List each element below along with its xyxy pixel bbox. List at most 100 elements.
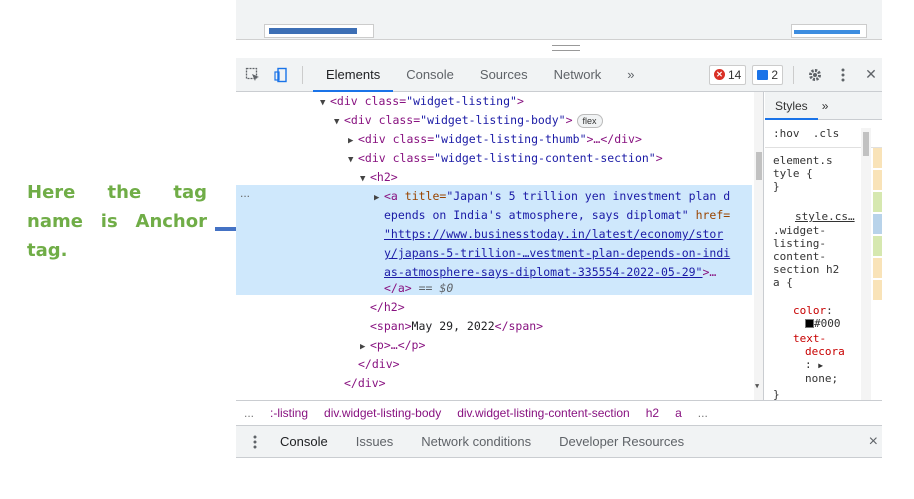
css-property: decora: [805, 345, 845, 358]
more-style-tabs-button[interactable]: »: [818, 99, 833, 113]
element-style-rule[interactable]: element.s tyle { }: [765, 154, 833, 193]
breadcrumb-overflow-left[interactable]: ...: [236, 406, 262, 420]
elements-scrollbar[interactable]: ▼: [754, 92, 763, 400]
css-declaration-color[interactable]: color: #000: [785, 304, 841, 330]
css-selector: content-: [773, 250, 826, 263]
dom-node[interactable]: ▼ <div class="widget-listing">: [320, 92, 524, 111]
dom-node[interactable]: ▼ <h2>: [360, 168, 398, 187]
drawer-menu-icon[interactable]: [244, 431, 266, 453]
expand-triangle-icon[interactable]: ▼: [320, 94, 330, 113]
tag-text: <div class=: [358, 132, 435, 146]
devtools-window: Elements Console Sources Network » ✕ 14 …: [236, 0, 882, 460]
dom-node[interactable]: ▶ <div class="widget-listing-thumb">…</di…: [348, 130, 642, 149]
scrollbar-thumb[interactable]: [756, 152, 762, 180]
attr-value: "Japan's 5 trillion yen investment plan …: [446, 189, 731, 203]
breadcrumb-item-current[interactable]: a: [667, 406, 690, 420]
href-link[interactable]: y/japans-5-trillion-…vestment-plan-depen…: [384, 246, 730, 260]
style-source-link[interactable]: style.cs…: [787, 210, 855, 223]
errors-count: 14: [727, 67, 742, 82]
inspect-element-icon[interactable]: [242, 64, 264, 86]
devtools-toolbar: Elements Console Sources Network » ✕ 14 …: [236, 58, 882, 92]
close-devtools-icon[interactable]: ✕: [860, 64, 882, 86]
breadcrumb: ... :-listing div.widget-listing-body di…: [236, 400, 882, 426]
elements-panel: ... ▼ <div class="widget-listing"> ▼ <div …: [236, 92, 764, 400]
hov-toggle[interactable]: :hov: [773, 127, 800, 140]
styles-scrollbar[interactable]: [861, 128, 871, 400]
scroll-down-arrow-icon[interactable]: ▼: [755, 382, 759, 390]
breadcrumb-item[interactable]: div.widget-listing-content-section: [449, 406, 638, 420]
dom-node-close[interactable]: </div>: [358, 355, 400, 374]
scrollbar-thumb[interactable]: [863, 132, 869, 156]
page-preview-thumb: [264, 24, 374, 38]
href-link[interactable]: as-atmosphere-says-diplomat-335554-2022-…: [384, 265, 703, 279]
expand-triangle-icon[interactable]: ▶: [818, 361, 823, 370]
css-property: color: [793, 304, 827, 317]
dom-node-continuation: "https://www.businesstoday.in/latest/eco…: [384, 225, 723, 244]
device-toolbar-icon[interactable]: [270, 64, 292, 86]
tag-text: >…: [702, 265, 717, 279]
page-preview-thumb: [791, 24, 867, 38]
annotation-text: Here the tag name is Anchor tag.: [27, 178, 207, 265]
annotation-line-2: name is Anchor: [27, 207, 207, 236]
drawer-tab-developer-resources[interactable]: Developer Resources: [545, 434, 698, 449]
cls-toggle[interactable]: .cls: [813, 127, 840, 140]
styles-panel: Styles » :hov .cls element.s tyle { } st…: [765, 92, 882, 400]
dom-node-close[interactable]: </h2>: [370, 298, 405, 317]
close-drawer-icon[interactable]: ×: [869, 433, 878, 451]
expand-triangle-icon[interactable]: ▼: [348, 151, 358, 170]
tab-sources[interactable]: Sources: [467, 58, 541, 92]
css-rule[interactable]: .widget- listing- content- section h2 a …: [765, 224, 839, 289]
messages-badge[interactable]: 2: [752, 64, 783, 85]
css-selector: a {: [773, 276, 793, 289]
dom-node[interactable]: ▼ <div class="widget-listing-body"> flex: [334, 111, 603, 130]
css-text: }: [773, 388, 780, 400]
node-actions-ellipsis[interactable]: ...: [240, 186, 250, 200]
tag-text: <div class=: [358, 151, 435, 165]
attr-value: "widget-listing-body": [420, 113, 566, 127]
more-tabs-button[interactable]: »: [614, 58, 647, 92]
breadcrumb-item[interactable]: div.widget-listing-body: [316, 406, 449, 420]
collapse-triangle-icon[interactable]: ▶: [374, 189, 384, 208]
tab-network[interactable]: Network: [541, 58, 615, 92]
expand-triangle-icon[interactable]: ▼: [360, 170, 370, 189]
drawer-tabbar: Console Issues Network conditions Develo…: [236, 426, 882, 458]
dom-node[interactable]: ▼ <div class="widget-listing-content-sect…: [348, 149, 663, 168]
annotation-line-1: Here the tag: [27, 178, 207, 207]
attr-value: epends on India's atmosphere, says diplo…: [384, 208, 689, 222]
href-link[interactable]: "https://www.businesstoday.in/latest/eco…: [384, 227, 723, 241]
errors-badge[interactable]: ✕ 14: [708, 64, 747, 85]
drawer-tab-network-conditions[interactable]: Network conditions: [407, 434, 545, 449]
dom-node-selected[interactable]: ▶ <a title="Japan's 5 trillion yen invest…: [374, 187, 730, 206]
page-preview-strip: [236, 0, 882, 40]
tag-text: </div>: [344, 376, 386, 390]
dom-node-close[interactable]: </div>: [344, 374, 386, 393]
breadcrumb-item[interactable]: h2: [638, 406, 667, 420]
tab-elements[interactable]: Elements: [313, 58, 394, 92]
breadcrumb-overflow-right[interactable]: ...: [690, 406, 716, 420]
css-declaration-text-decoration[interactable]: text- decora : ▶ none;: [785, 332, 845, 385]
color-swatch[interactable]: [805, 319, 814, 328]
drawer-tab-issues[interactable]: Issues: [342, 434, 408, 449]
attr-value: "widget-listing-content-section": [434, 151, 656, 165]
tag-text: >: [516, 94, 524, 108]
toolbar-divider: [302, 65, 303, 84]
expand-triangle-icon[interactable]: ▼: [334, 113, 344, 132]
dom-node[interactable]: <span>May 29, 2022</span>: [370, 317, 543, 336]
dom-node[interactable]: ▶ <p>…</p>: [360, 336, 425, 355]
resize-grip[interactable]: [552, 45, 580, 51]
stylesheet-link[interactable]: style.cs…: [795, 210, 855, 223]
annotation-line-3: tag.: [27, 236, 207, 265]
dom-node-continuation: y/japans-5-trillion-…vestment-plan-depen…: [384, 244, 730, 263]
tab-console[interactable]: Console: [393, 58, 467, 92]
css-selector: .widget-: [773, 224, 826, 237]
dom-node-close[interactable]: </a> == $0: [384, 279, 453, 298]
drawer-tab-console[interactable]: Console: [266, 434, 342, 449]
breadcrumb-item[interactable]: :-listing: [262, 406, 316, 420]
gear-icon[interactable]: [804, 64, 826, 86]
annotation-word: tag.: [27, 240, 68, 261]
attr-name: title=: [404, 189, 447, 203]
kebab-menu-icon[interactable]: [832, 64, 854, 86]
flex-badge[interactable]: flex: [576, 114, 603, 128]
tab-styles[interactable]: Styles: [765, 92, 818, 120]
tag-text: <p>…</p>: [370, 338, 426, 352]
